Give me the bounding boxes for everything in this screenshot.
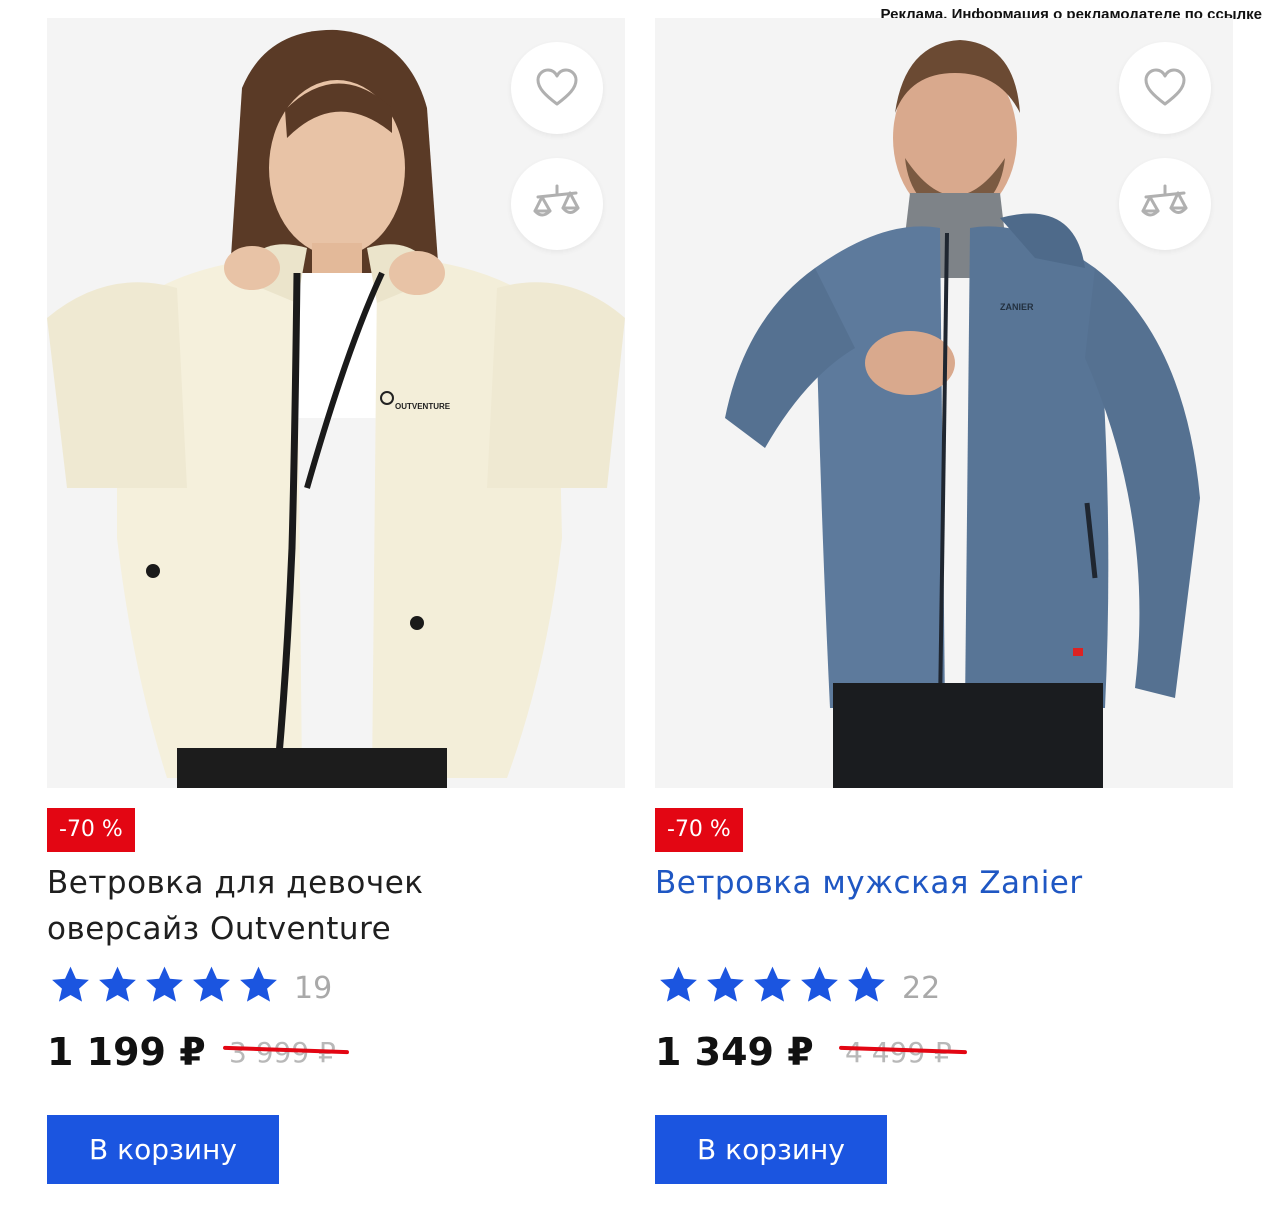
add-to-cart-button[interactable]: В корзину: [47, 1115, 279, 1184]
discount-badge: -70 %: [655, 808, 743, 852]
compare-button[interactable]: [1119, 158, 1211, 250]
rating[interactable]: 22: [657, 964, 940, 1006]
star-icon: [801, 966, 838, 1002]
star-icon: [660, 966, 697, 1002]
star-icon: [193, 966, 230, 1002]
add-to-favorites-button[interactable]: [511, 42, 603, 134]
product-title-line: Ветровка мужская Zanier: [655, 865, 1083, 901]
jacket-brand-print: ZANIER: [1000, 302, 1034, 312]
product-title-line: оверсайз Outventure: [47, 911, 392, 947]
current-price: 1 199 ₽: [47, 1030, 206, 1074]
star-icon: [146, 966, 183, 1002]
review-count: 19: [294, 970, 333, 1006]
product-image[interactable]: ZANIER: [655, 18, 1233, 788]
star-icon: [240, 966, 277, 1002]
star-icon: [52, 966, 89, 1002]
scales-icon: [533, 184, 580, 217]
add-to-favorites-button[interactable]: [1119, 42, 1211, 134]
star-icon: [754, 966, 791, 1002]
product-card: OUTVENTURE -70 % Ветровка для девочек ов…: [47, 18, 625, 1218]
star-icon: [707, 966, 744, 1002]
star-icon: [848, 966, 885, 1002]
product-photo-illustration: ZANIER: [655, 18, 1233, 788]
star-icon: [99, 966, 136, 1002]
heart-icon: [1144, 68, 1186, 106]
product-card: ZANIER -70 % Ветровка мужская Zanier 22 …: [655, 18, 1233, 1218]
scales-icon: [1141, 184, 1188, 217]
product-title-link[interactable]: Ветровка для девочек оверсайз Outventure: [47, 860, 607, 952]
review-count: 22: [902, 970, 941, 1006]
rating[interactable]: 19: [49, 964, 332, 1006]
compare-button[interactable]: [511, 158, 603, 250]
add-to-cart-button[interactable]: В корзину: [655, 1115, 887, 1184]
product-title-line: Ветровка для девочек: [47, 865, 424, 901]
product-image[interactable]: OUTVENTURE: [47, 18, 625, 788]
jacket-brand-print: OUTVENTURE: [395, 402, 451, 411]
current-price: 1 349 ₽: [655, 1030, 814, 1074]
discount-badge: -70 %: [47, 808, 135, 852]
product-photo-illustration: OUTVENTURE: [47, 18, 625, 788]
product-title-link[interactable]: Ветровка мужская Zanier: [655, 860, 1215, 906]
heart-icon: [536, 68, 578, 106]
